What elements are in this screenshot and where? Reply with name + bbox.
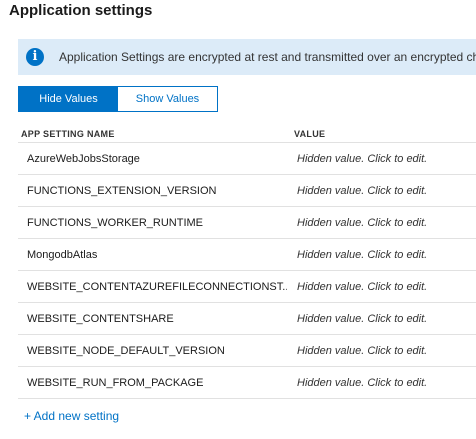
app-settings-table: APP SETTING NAME VALUE AzureWebJobsStora… [18, 124, 476, 399]
setting-name-cell: WEBSITE_NODE_DEFAULT_VERSION [27, 345, 225, 357]
table-body: AzureWebJobsStorage Hidden value. Click t… [18, 143, 476, 399]
column-header-name[interactable]: APP SETTING NAME [21, 129, 115, 139]
setting-value-cell[interactable]: Hidden value. Click to edit. [297, 377, 427, 389]
table-row[interactable]: FUNCTIONS_WORKER_RUNTIME Hidden value. Cl… [18, 207, 476, 239]
setting-value-cell[interactable]: Hidden value. Click to edit. [297, 249, 427, 261]
setting-value-cell[interactable]: Hidden value. Click to edit. [297, 185, 427, 197]
add-new-setting-link[interactable]: + Add new setting [24, 409, 119, 423]
show-values-button[interactable]: Show Values [118, 87, 217, 111]
table-row[interactable]: FUNCTIONS_EXTENSION_VERSION Hidden value.… [18, 175, 476, 207]
setting-name-cell: AzureWebJobsStorage [27, 153, 140, 165]
info-banner: i Application Settings are encrypted at … [18, 39, 476, 75]
setting-name-cell: MongodbAtlas [27, 249, 98, 261]
page-title: Application settings [9, 2, 153, 19]
setting-name-cell: WEBSITE_RUN_FROM_PACKAGE [27, 377, 204, 389]
setting-value-cell[interactable]: Hidden value. Click to edit. [297, 153, 427, 165]
values-visibility-toggle: Hide Values Show Values [18, 86, 218, 112]
table-row[interactable]: WEBSITE_RUN_FROM_PACKAGE Hidden value. Cl… [18, 367, 476, 399]
table-row[interactable]: MongodbAtlas Hidden value. Click to edit. [18, 239, 476, 271]
setting-value-cell[interactable]: Hidden value. Click to edit. [297, 217, 427, 229]
setting-value-cell[interactable]: Hidden value. Click to edit. [297, 281, 427, 293]
setting-name-cell: WEBSITE_CONTENTAZUREFILECONNECTIONST... [27, 281, 287, 293]
table-row[interactable]: WEBSITE_NODE_DEFAULT_VERSION Hidden value… [18, 335, 476, 367]
info-banner-text: Application Settings are encrypted at re… [59, 50, 476, 64]
table-row[interactable]: WEBSITE_CONTENTSHARE Hidden value. Click … [18, 303, 476, 335]
table-row[interactable]: AzureWebJobsStorage Hidden value. Click t… [18, 143, 476, 175]
setting-name-cell: FUNCTIONS_WORKER_RUNTIME [27, 217, 204, 229]
table-row[interactable]: WEBSITE_CONTENTAZUREFILECONNECTIONST... H… [18, 271, 476, 303]
info-icon: i [26, 48, 44, 66]
table-header: APP SETTING NAME VALUE [18, 124, 476, 143]
setting-name-cell: FUNCTIONS_EXTENSION_VERSION [27, 185, 217, 197]
setting-value-cell[interactable]: Hidden value. Click to edit. [297, 313, 427, 325]
setting-name-cell: WEBSITE_CONTENTSHARE [27, 313, 174, 325]
setting-value-cell[interactable]: Hidden value. Click to edit. [297, 345, 427, 357]
hide-values-button[interactable]: Hide Values [19, 87, 118, 111]
column-header-value[interactable]: VALUE [294, 129, 325, 139]
application-settings-page: Application settings i Application Setti… [0, 0, 476, 439]
